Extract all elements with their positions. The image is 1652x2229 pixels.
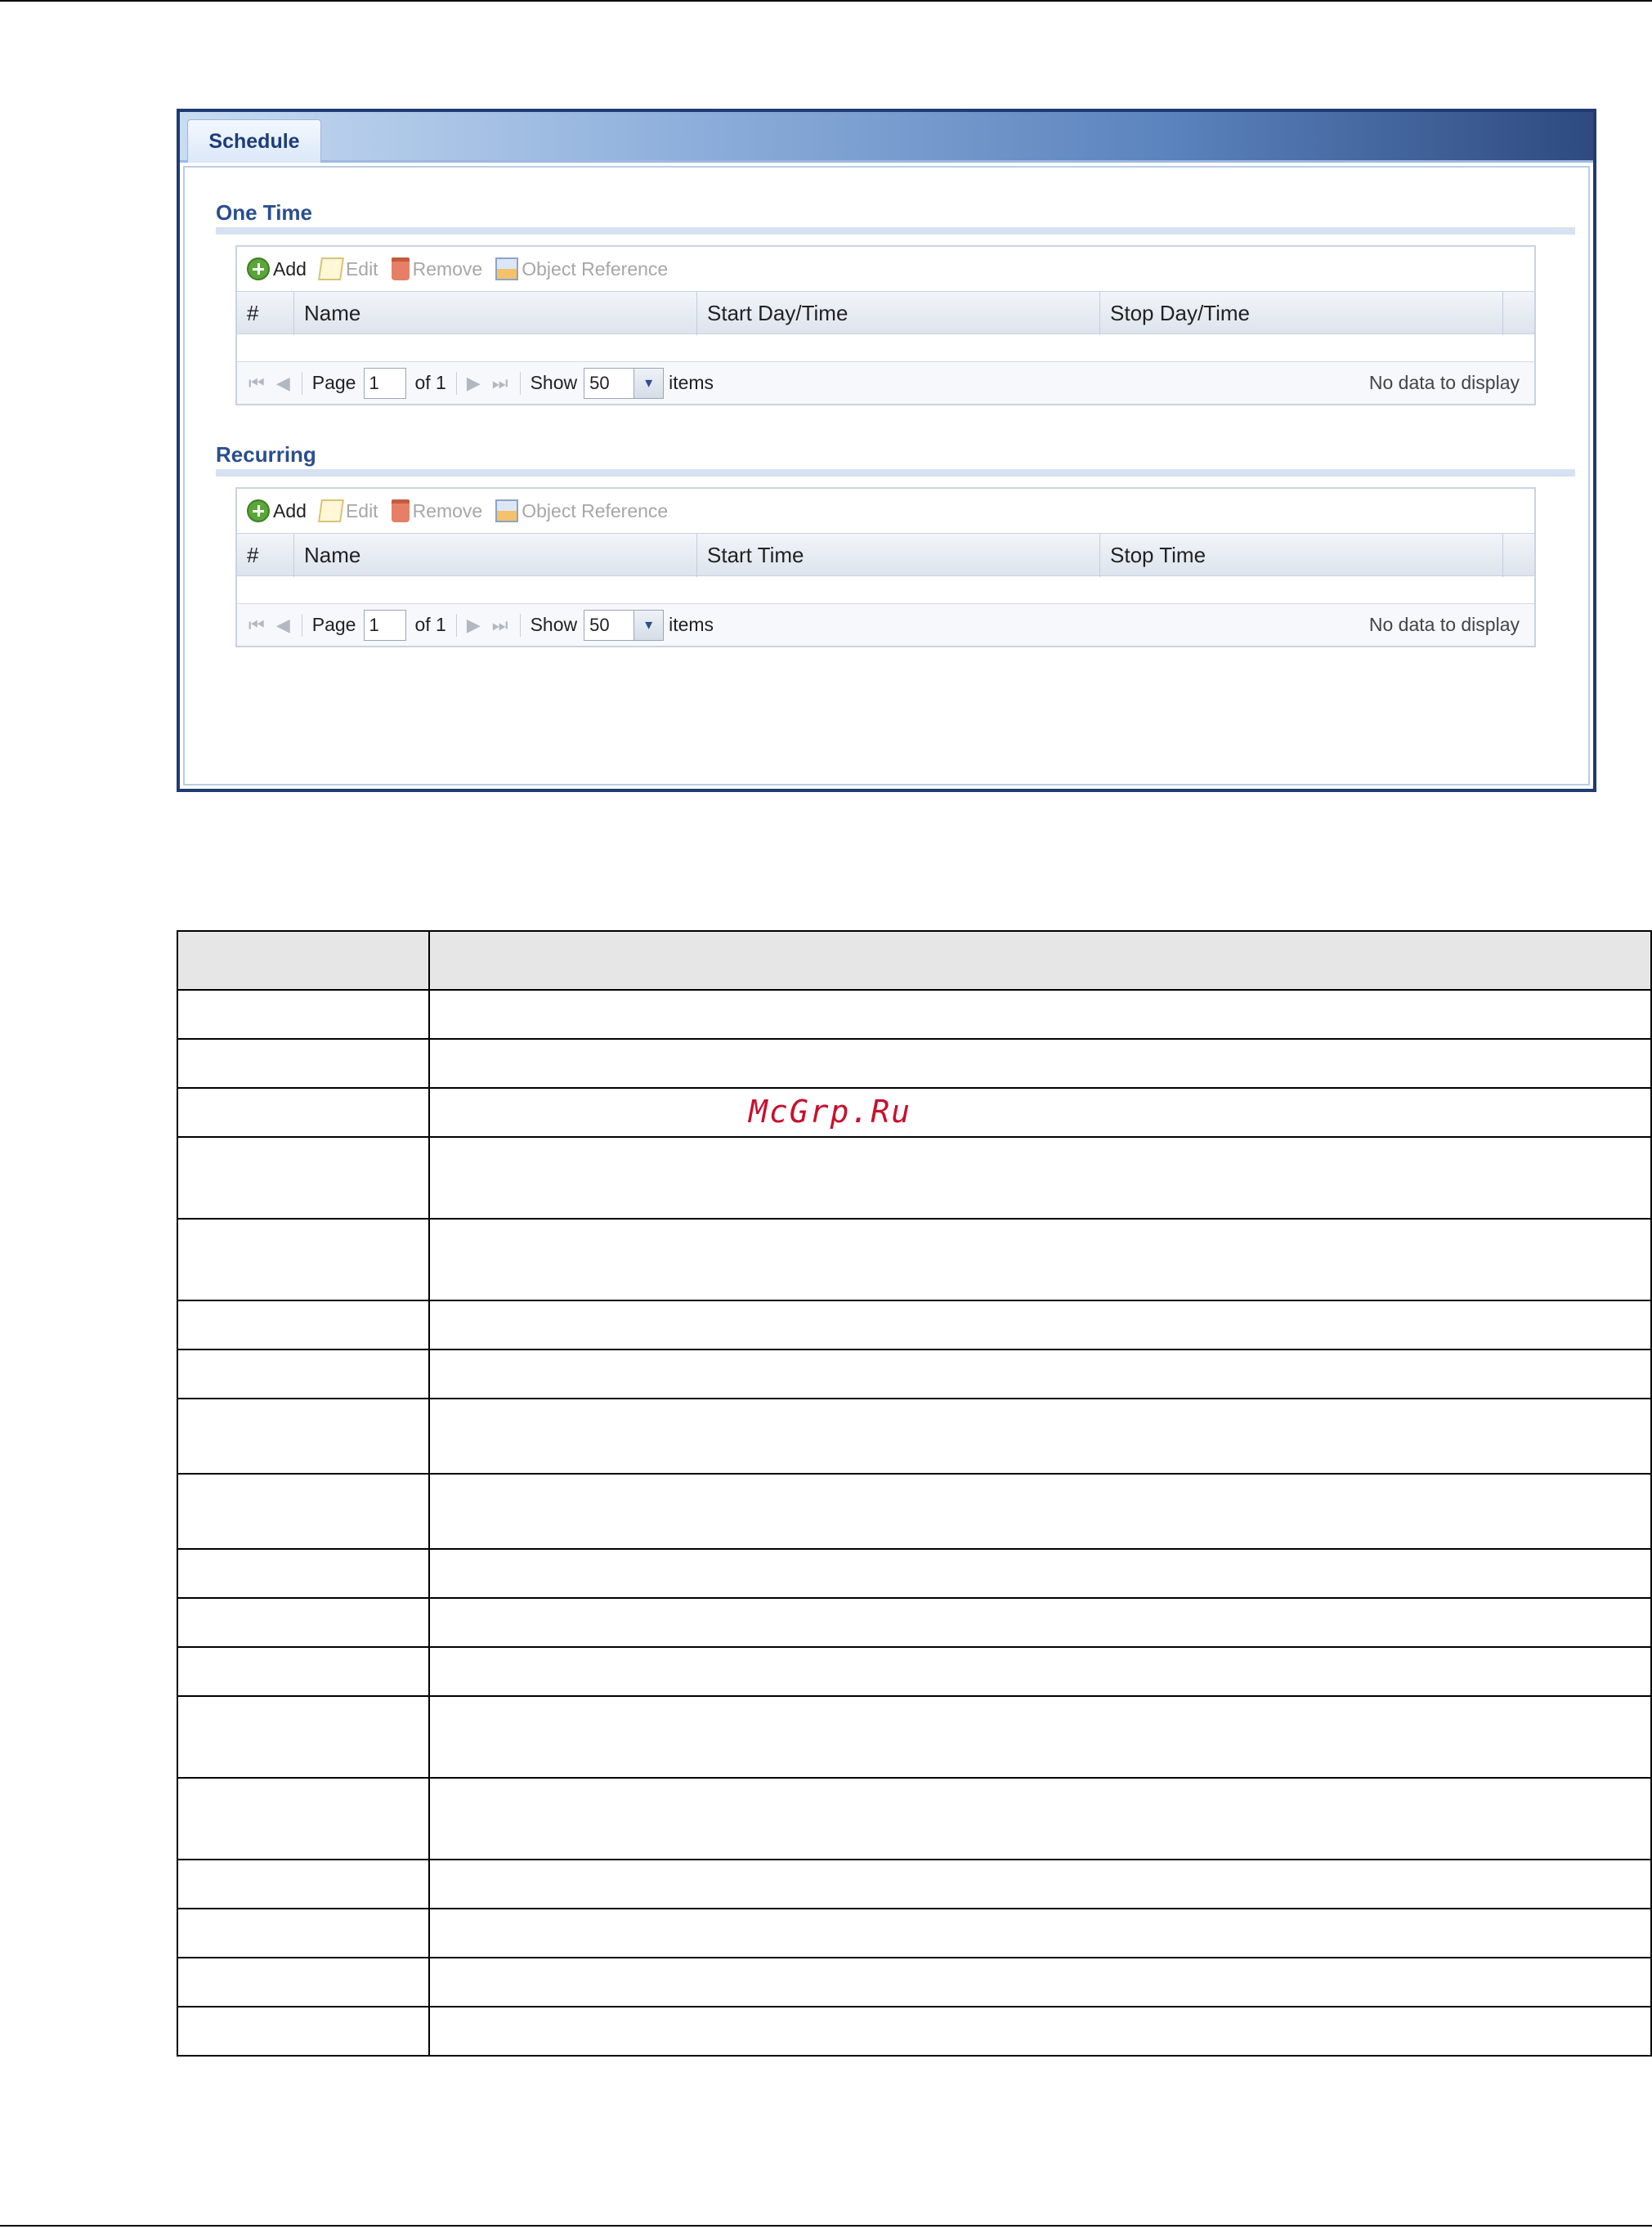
remove-button[interactable]: Remove: [391, 499, 482, 522]
table-row: [177, 1777, 1652, 1860]
items-per-page-select[interactable]: 50 ▾: [584, 609, 665, 641]
table-row: [177, 1473, 1652, 1550]
page-number-input[interactable]: [364, 367, 407, 399]
table-row: [177, 1957, 1652, 2007]
empty-table-body: [237, 334, 1534, 362]
recurring-toolbar: Add Edit Remove Object Reference: [237, 489, 1534, 533]
last-page-icon[interactable]: ⏭: [492, 615, 508, 636]
content-frame: One Time Add Edit Remove Object Referenc…: [183, 166, 1590, 786]
page-count-label: of 1: [414, 614, 446, 635]
show-label: Show: [530, 372, 578, 393]
items-per-page-select[interactable]: 50 ▾: [584, 367, 665, 399]
one-time-grid: Add Edit Remove Object Reference # Name …: [235, 245, 1536, 405]
no-data-status: No data to display: [1368, 372, 1520, 393]
column-header-start-day-time[interactable]: Start Day/Time: [697, 292, 1100, 335]
label-column-header: [177, 930, 430, 991]
field-description-table: [177, 930, 1652, 2057]
page-number-input[interactable]: [364, 609, 407, 641]
tab-bar: Schedule: [180, 112, 1593, 163]
object-reference-button[interactable]: Object Reference: [495, 499, 668, 522]
previous-page-icon[interactable]: ◀: [276, 373, 290, 394]
one-time-toolbar: Add Edit Remove Object Reference: [237, 247, 1534, 291]
top-rule: [0, 0, 1652, 2]
table-row: [177, 1859, 1652, 1909]
recurring-grid: Add Edit Remove Object Reference # Name …: [235, 487, 1536, 647]
edit-button[interactable]: Edit: [317, 257, 378, 280]
table-row: [177, 1136, 1652, 1220]
table-row: [177, 2006, 1652, 2057]
first-page-icon[interactable]: ⏮: [248, 373, 265, 394]
trash-icon: [391, 499, 410, 522]
previous-page-icon[interactable]: ◀: [276, 615, 290, 636]
table-row: [177, 1218, 1652, 1301]
table-row: [177, 1597, 1652, 1648]
table-row: [177, 1087, 1652, 1138]
one-time-title: One Time: [216, 200, 313, 225]
table-header-row: [177, 930, 1652, 991]
page-count-label: of 1: [414, 372, 446, 393]
column-header-name[interactable]: Name: [294, 292, 697, 335]
column-header-stop-day-time[interactable]: Stop Day/Time: [1100, 292, 1503, 335]
pager-separator: [519, 371, 521, 395]
column-header-number[interactable]: #: [237, 292, 294, 335]
add-button[interactable]: Add: [247, 499, 307, 522]
table-header: # Name Start Time Stop Time: [237, 533, 1534, 577]
column-header-start-time[interactable]: Start Time: [697, 534, 1100, 577]
show-label: Show: [530, 614, 578, 635]
add-button[interactable]: Add: [247, 257, 307, 280]
chevron-down-icon[interactable]: ▾: [633, 368, 664, 398]
table-row: [177, 1646, 1652, 1697]
table-row: [177, 989, 1652, 1040]
next-page-icon[interactable]: ▶: [467, 373, 481, 394]
schedule-panel: Schedule One Time Add Edit Remove Object…: [177, 109, 1596, 792]
object-reference-icon: [495, 499, 519, 522]
watermark: McGrp.Ru: [749, 1094, 912, 1130]
empty-table-body: [237, 576, 1534, 604]
edit-icon: [317, 257, 344, 280]
remove-button[interactable]: Remove: [391, 257, 482, 280]
column-header-number[interactable]: #: [237, 534, 294, 577]
object-reference-button[interactable]: Object Reference: [495, 257, 668, 280]
items-label: items: [669, 614, 714, 635]
next-page-icon[interactable]: ▶: [467, 615, 481, 636]
pager-separator: [455, 613, 457, 637]
table-row: [177, 1300, 1652, 1350]
object-reference-icon: [495, 257, 519, 280]
add-icon: [247, 257, 270, 280]
description-column-header: [428, 930, 1652, 991]
edit-icon: [317, 499, 344, 522]
table-row: [177, 1038, 1652, 1089]
tab-schedule[interactable]: Schedule: [187, 119, 321, 163]
edit-button[interactable]: Edit: [317, 499, 378, 522]
table-row: [177, 1695, 1652, 1779]
add-icon: [247, 499, 270, 522]
column-header-stop-time[interactable]: Stop Time: [1100, 534, 1503, 577]
first-page-icon[interactable]: ⏮: [248, 615, 265, 636]
pager-separator: [455, 371, 457, 395]
page-label: Page: [311, 614, 356, 635]
pager-separator: [519, 613, 521, 637]
table-row: [177, 1349, 1652, 1399]
trash-icon: [391, 257, 410, 280]
recurring-pager: ⏮ ◀ Page of 1 ▶ ⏭ Show 50 ▾ items No dat…: [237, 604, 1534, 646]
recurring-divider: [216, 469, 1575, 477]
table-header: # Name Start Day/Time Stop Day/Time: [237, 291, 1534, 335]
one-time-divider: [216, 227, 1575, 235]
items-label: items: [669, 372, 714, 393]
table-row: [177, 1398, 1652, 1475]
table-row: [177, 1548, 1652, 1599]
recurring-title: Recurring: [216, 442, 316, 467]
one-time-pager: ⏮ ◀ Page of 1 ▶ ⏭ Show 50 ▾ items No dat…: [237, 362, 1534, 404]
no-data-status: No data to display: [1368, 614, 1520, 635]
last-page-icon[interactable]: ⏭: [492, 373, 508, 394]
chevron-down-icon[interactable]: ▾: [633, 610, 664, 640]
bottom-rule: [0, 2225, 1652, 2227]
table-row: [177, 1908, 1652, 1958]
column-header-name[interactable]: Name: [294, 534, 697, 577]
page-label: Page: [311, 372, 356, 393]
